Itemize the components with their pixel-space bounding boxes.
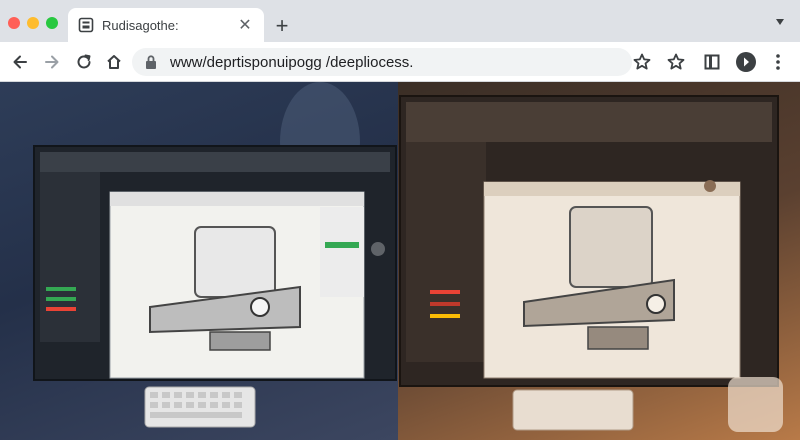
maximize-window-button[interactable]	[46, 17, 58, 29]
photo-left-illustration	[33, 82, 397, 428]
reading-list-icon	[704, 54, 720, 70]
url-text: www/deprtisponuipogg /deepliocess.	[170, 53, 414, 71]
bookmarks-button[interactable]	[664, 50, 688, 74]
photo-right-illustration	[399, 95, 783, 432]
back-button[interactable]	[8, 50, 32, 74]
more-vert-icon	[776, 54, 780, 70]
forward-button[interactable]	[40, 50, 64, 74]
tab-search-icon	[776, 19, 784, 25]
browser-window: Rudisagothe: ✕ + www/deprtisponuipogg /d…	[0, 0, 800, 440]
window-controls	[8, 17, 58, 29]
reload-icon	[77, 54, 91, 69]
photo-left-panel	[0, 82, 398, 440]
tab-title: Rudisagothe:	[102, 17, 179, 33]
page-content	[0, 82, 800, 440]
home-icon	[107, 55, 121, 69]
reading-list-button[interactable]	[700, 50, 724, 74]
photo-right-panel	[398, 82, 800, 440]
extension-icon	[736, 52, 756, 72]
extension-button[interactable]	[734, 50, 758, 74]
tab-active[interactable]: Rudisagothe: ✕	[68, 8, 264, 42]
minimize-window-button[interactable]	[27, 17, 39, 29]
star-icon	[633, 53, 651, 70]
back-arrow-icon	[13, 55, 27, 69]
bookmark-star-icon	[667, 53, 685, 70]
tab-strip: Rudisagothe: ✕ +	[0, 0, 800, 42]
page-favicon-icon	[78, 17, 94, 33]
more-menu-button[interactable]	[766, 50, 790, 74]
close-window-button[interactable]	[8, 17, 20, 29]
bookmark-page-button[interactable]	[630, 50, 654, 74]
tab-search-button[interactable]	[772, 14, 788, 30]
tab-close-icon[interactable]: ✕	[236, 16, 254, 34]
lock-icon	[146, 55, 156, 69]
home-button[interactable]	[102, 50, 126, 74]
forward-arrow-icon	[45, 55, 59, 69]
new-tab-button[interactable]: +	[270, 13, 294, 38]
reload-button[interactable]	[72, 50, 96, 74]
browser-toolbar: www/deprtisponuipogg /deepliocess.	[0, 42, 800, 82]
address-bar[interactable]: www/deprtisponuipogg /deepliocess.	[132, 48, 632, 76]
